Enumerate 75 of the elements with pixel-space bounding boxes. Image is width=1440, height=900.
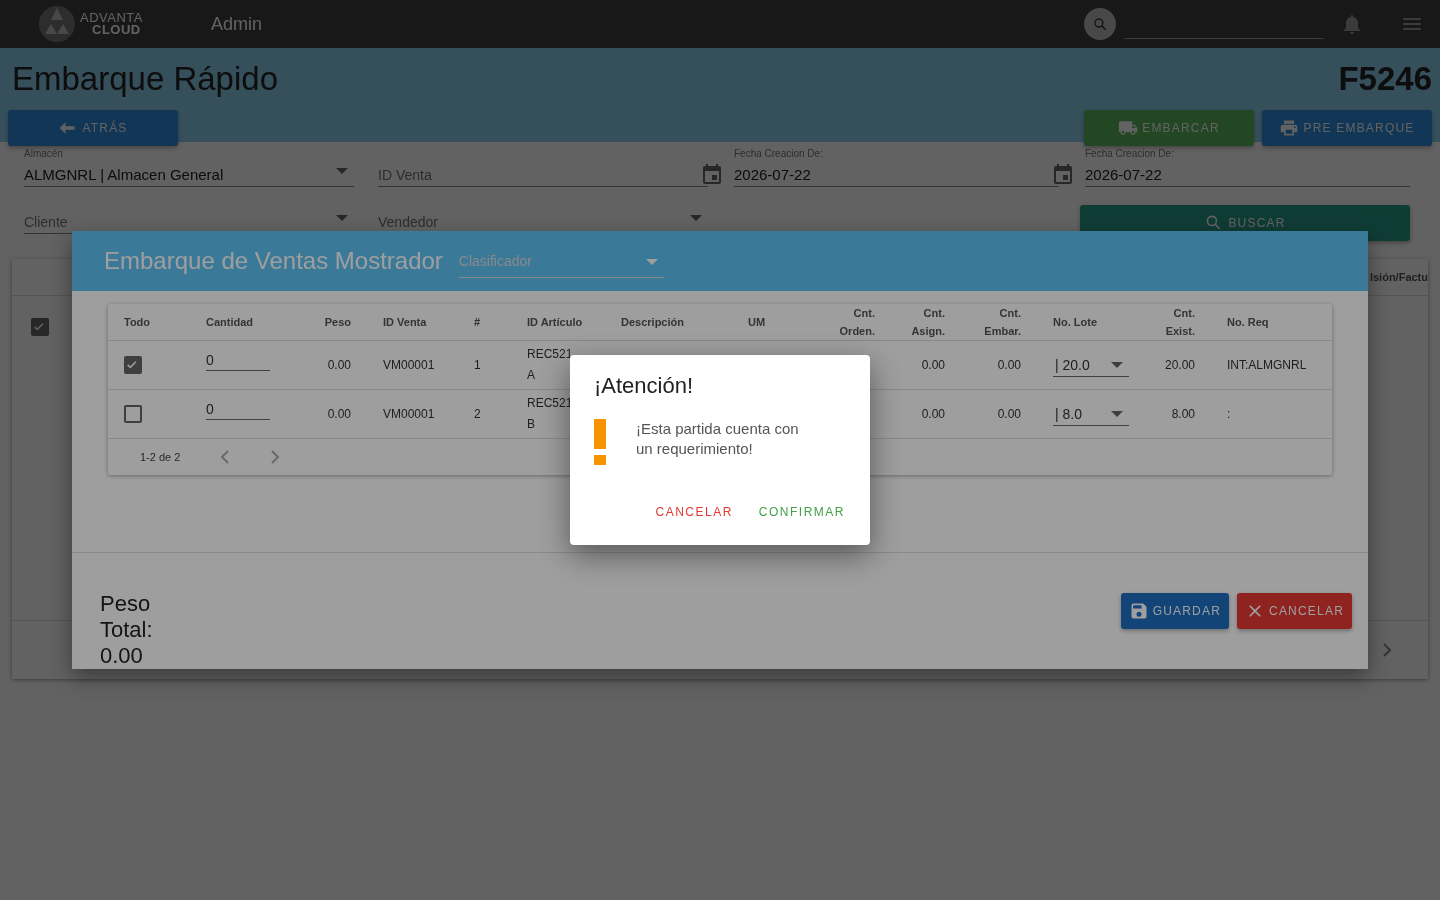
table-cell: 20.00 [1143, 340, 1211, 390]
chevron-right-icon[interactable] [1382, 643, 1392, 657]
dialog-title: Embarque de Ventas Mostrador [104, 247, 443, 275]
table-cell: INT:ALMGNRL [1211, 340, 1332, 390]
caret-icon [336, 168, 348, 174]
pre-ship-button[interactable]: PRE EMBARQUE [1262, 110, 1432, 146]
column-header: Cantidad [190, 304, 270, 341]
table-cell: 0.00 [961, 340, 1037, 390]
caret-icon [645, 258, 658, 265]
table-cell: VM00001 [367, 340, 458, 390]
checkbox[interactable] [124, 356, 142, 374]
printer-icon [1279, 118, 1300, 138]
column-header: No. Lote [1037, 304, 1143, 341]
table-cell: : [1211, 389, 1332, 439]
save-button[interactable]: GUARDAR [1120, 593, 1230, 629]
dropdown-field[interactable]: | 8.0 [1053, 402, 1129, 426]
column-header: Cnt. Asign. [891, 304, 961, 341]
dropdown-field[interactable]: | 20.0 [1053, 353, 1129, 377]
total-weight: Peso Total: 0.00 [100, 591, 154, 669]
table-cell: 0.00 [270, 389, 367, 439]
exclamation-icon [594, 419, 606, 465]
column-header: Descripción [605, 304, 732, 341]
field-value: ALMGNRL | Almacen General [24, 166, 224, 185]
caret-icon [690, 215, 702, 221]
table-cell-text: REC521 B [527, 395, 574, 433]
table-cell: VM00001 [367, 389, 458, 439]
table-cell: 0.00 [891, 389, 961, 439]
caret-icon [336, 215, 348, 221]
field-value: 2026-07-22 [734, 166, 811, 185]
quantity-field[interactable]: 0 [206, 349, 270, 371]
folio-number: F5246 [1338, 60, 1432, 98]
caret-icon [1111, 410, 1123, 417]
table-cell: 0.00 [270, 340, 367, 390]
logo-text: ADVANTA [80, 12, 143, 24]
truck-icon [1118, 118, 1139, 138]
app-title: Admin [211, 13, 263, 35]
chevron-left-icon[interactable] [220, 450, 231, 464]
pagination-text: 1-2 de 2 [140, 451, 181, 463]
caret-icon [1111, 361, 1123, 368]
field-placeholder: Clasificador [458, 252, 532, 269]
column-header: Todo [108, 304, 190, 341]
checkbox[interactable] [124, 405, 142, 423]
logo-text: CLOUD [91, 24, 142, 36]
column-header: Peso [270, 304, 367, 341]
column-header: Cnt. Embar. [961, 304, 1037, 341]
column-header: ID Venta [367, 304, 458, 341]
calendar-icon[interactable] [702, 163, 722, 185]
chevron-right-icon[interactable] [270, 450, 281, 464]
table-cell: 0.00 [961, 389, 1037, 439]
column-header: UM [732, 304, 790, 341]
logo-icon [36, 4, 78, 44]
checkbox[interactable] [31, 318, 49, 336]
table-cell: 1 [458, 340, 511, 390]
search-icon [1092, 16, 1108, 32]
column-header: Cnt. Orden. [790, 304, 891, 341]
alert-message: ¡Esta partida cuenta con un requerimiento! [636, 419, 800, 459]
table-cell: 8.00 [1143, 389, 1211, 439]
table-cell: 2 [458, 389, 511, 439]
page-title: Embarque Rápido [12, 60, 278, 98]
quantity-field[interactable]: 0 [206, 398, 270, 420]
cancel-button[interactable]: CANCELAR [1237, 593, 1352, 629]
column-header: Cnt. Exist. [1143, 304, 1211, 341]
calendar-icon[interactable] [1053, 163, 1073, 185]
column-header: No. Req [1211, 304, 1332, 341]
back-button[interactable]: ATRÁS [8, 110, 178, 146]
column-header: ID Artículo [511, 304, 605, 341]
cancel-button[interactable]: CANCELAR [646, 501, 742, 523]
table-cell: 0.00 [891, 340, 961, 390]
table-cell-text: REC521 A [527, 346, 574, 384]
search-button[interactable] [1084, 8, 1116, 40]
column-header: lsión/Factu [1369, 271, 1428, 283]
field-value: 2026-07-22 [1085, 166, 1162, 185]
column-header: # [458, 304, 511, 341]
alert-title: ¡Atención! [594, 373, 695, 399]
confirm-button[interactable]: CONFIRMAR [749, 501, 854, 523]
